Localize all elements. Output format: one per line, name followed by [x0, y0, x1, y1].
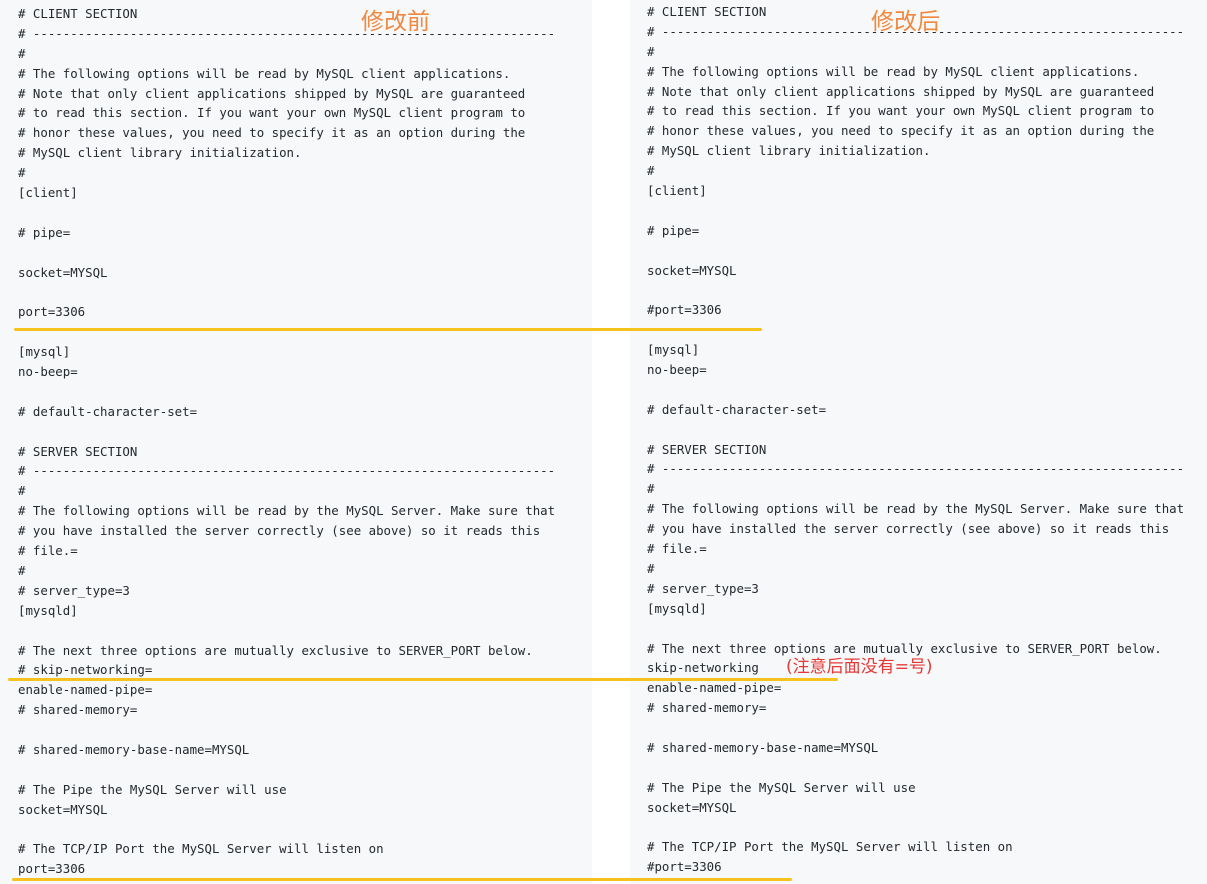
- before-code-line: # CLIENT SECTION: [18, 6, 138, 21]
- before-code-line: # shared-memory-base-name=MYSQL: [18, 741, 250, 757]
- before-code-line: socket=MYSQL: [18, 801, 108, 817]
- after-code-line: # shared-memory=: [647, 700, 767, 716]
- before-code-line: # honor these values, you need to specif…: [18, 125, 526, 141]
- after-code-line: # The following options will be read by …: [647, 501, 1185, 517]
- after-code-line: # The Pipe the MySQL Server will use: [647, 779, 916, 795]
- before-code-line: # file.=: [18, 543, 78, 559]
- before-code-line: # to read this section. If you want your…: [18, 105, 526, 121]
- after-label: 修改后: [871, 9, 940, 35]
- after-code-line: # The following options will be read by …: [647, 63, 1140, 79]
- after-code-line: # The TCP/IP Port the MySQL Server will …: [647, 839, 1013, 855]
- before-code-line: # MySQL client library initialization.: [18, 145, 302, 161]
- after-code-line: # SERVER SECTION: [647, 441, 767, 457]
- after-code-line: ​: [647, 758, 1184, 778]
- after-code-line: # to read this section. If you want your…: [647, 103, 1155, 119]
- before-code-line: #: [18, 165, 26, 181]
- before-code-line: # The following options will be read by …: [18, 503, 556, 519]
- before-code-line: ​: [18, 322, 555, 342]
- before-code-line: # Note that only client applications shi…: [18, 85, 526, 101]
- after-code-line: #: [647, 560, 655, 576]
- highlight-line-server-port: [12, 878, 792, 881]
- before-code-line: enable-named-pipe=: [18, 682, 153, 698]
- after-code-line: [client]: [647, 183, 707, 199]
- before-code-line: [client]: [18, 185, 78, 201]
- highlight-line-client-port: [14, 328, 762, 331]
- after-code-line: # you have installed the server correctl…: [647, 521, 1170, 537]
- after-code-line: #: [647, 43, 655, 59]
- config-before-panel: # CLIENT SECTION # ----------------------…: [0, 0, 592, 884]
- before-label: 修改前: [361, 9, 430, 35]
- before-code-line: #: [18, 45, 26, 61]
- after-code-line: # file.=: [647, 541, 707, 557]
- before-code-line: #: [18, 562, 26, 578]
- config-after-panel: # CLIENT SECTION # ----------------------…: [630, 0, 1207, 884]
- before-code-line: # The Pipe the MySQL Server will use: [18, 781, 287, 797]
- before-code-line: # default-character-set=: [18, 403, 198, 419]
- before-code-line: # --------------------------------------…: [18, 25, 556, 41]
- after-code-line: socket=MYSQL: [647, 799, 737, 815]
- after-code-line: [mysql]: [647, 342, 700, 358]
- after-code-line: # default-character-set=: [647, 401, 827, 417]
- after-code-line: no-beep=: [647, 362, 707, 378]
- after-code-line: # pipe=: [647, 222, 700, 238]
- after-code-line: [mysqld]: [647, 600, 707, 616]
- after-code-line: #port=3306: [647, 859, 722, 875]
- before-code-line: socket=MYSQL: [18, 264, 108, 280]
- after-code-line: #port=3306: [647, 302, 722, 318]
- before-code-line: no-beep=: [18, 364, 78, 380]
- after-code-line: # MySQL client library initialization.: [647, 143, 931, 159]
- before-code-line: ​: [18, 422, 555, 442]
- before-code-line: ​: [18, 203, 555, 223]
- before-code-line: [mysqld]: [18, 602, 78, 618]
- before-code-line: # pipe=: [18, 224, 71, 240]
- after-code-line: ​: [647, 201, 1184, 221]
- after-code-line: # server_type=3: [647, 580, 759, 596]
- after-code-line: enable-named-pipe=: [647, 680, 782, 696]
- after-code-line: #: [647, 163, 655, 179]
- after-code-line: ​: [647, 818, 1184, 838]
- after-code-line: ​: [647, 241, 1184, 261]
- before-code-line: # The following options will be read by …: [18, 65, 511, 81]
- after-code-line: ​: [647, 380, 1184, 400]
- before-code-line: ​: [18, 621, 555, 641]
- before-code-line: # The next three options are mutually ex…: [18, 642, 533, 658]
- before-code-line: ​: [18, 382, 555, 402]
- before-code-line: # SERVER SECTION: [18, 443, 138, 459]
- before-code-line: # The TCP/IP Port the MySQL Server will …: [18, 841, 384, 857]
- after-code-line: ​: [647, 718, 1184, 738]
- before-code-line: port=3306: [18, 861, 86, 877]
- before-code-line: ​: [18, 720, 555, 740]
- before-code-line: # shared-memory=: [18, 702, 138, 718]
- no-equals-note: (注意后面没有=号): [786, 657, 933, 677]
- after-code-line: socket=MYSQL: [647, 262, 737, 278]
- before-code-line: # you have installed the server correctl…: [18, 523, 541, 539]
- after-code-line: # shared-memory-base-name=MYSQL: [647, 739, 879, 755]
- after-code-line: # Note that only client applications shi…: [647, 83, 1155, 99]
- config-before-code: # CLIENT SECTION # ----------------------…: [18, 4, 555, 879]
- after-code-line: #: [647, 481, 655, 497]
- before-code-line: port=3306: [18, 304, 86, 320]
- highlight-line-skip-networking: [8, 678, 838, 681]
- before-code-line: ​: [18, 820, 555, 840]
- before-code-line: ​: [18, 760, 555, 780]
- after-code-line: ​: [647, 420, 1184, 440]
- after-code-line: # --------------------------------------…: [647, 461, 1185, 477]
- after-code-line: ​: [647, 280, 1184, 300]
- after-code-line: # honor these values, you need to specif…: [647, 123, 1155, 139]
- before-code-line: ​: [18, 243, 555, 263]
- config-after-code: # CLIENT SECTION # ----------------------…: [647, 2, 1184, 877]
- before-code-line: # server_type=3: [18, 582, 130, 598]
- before-code-line: # --------------------------------------…: [18, 463, 556, 479]
- before-code-line: ​: [18, 282, 555, 302]
- before-code-line: #: [18, 483, 26, 499]
- before-code-line: [mysql]: [18, 344, 71, 360]
- after-code-line: ​: [647, 619, 1184, 639]
